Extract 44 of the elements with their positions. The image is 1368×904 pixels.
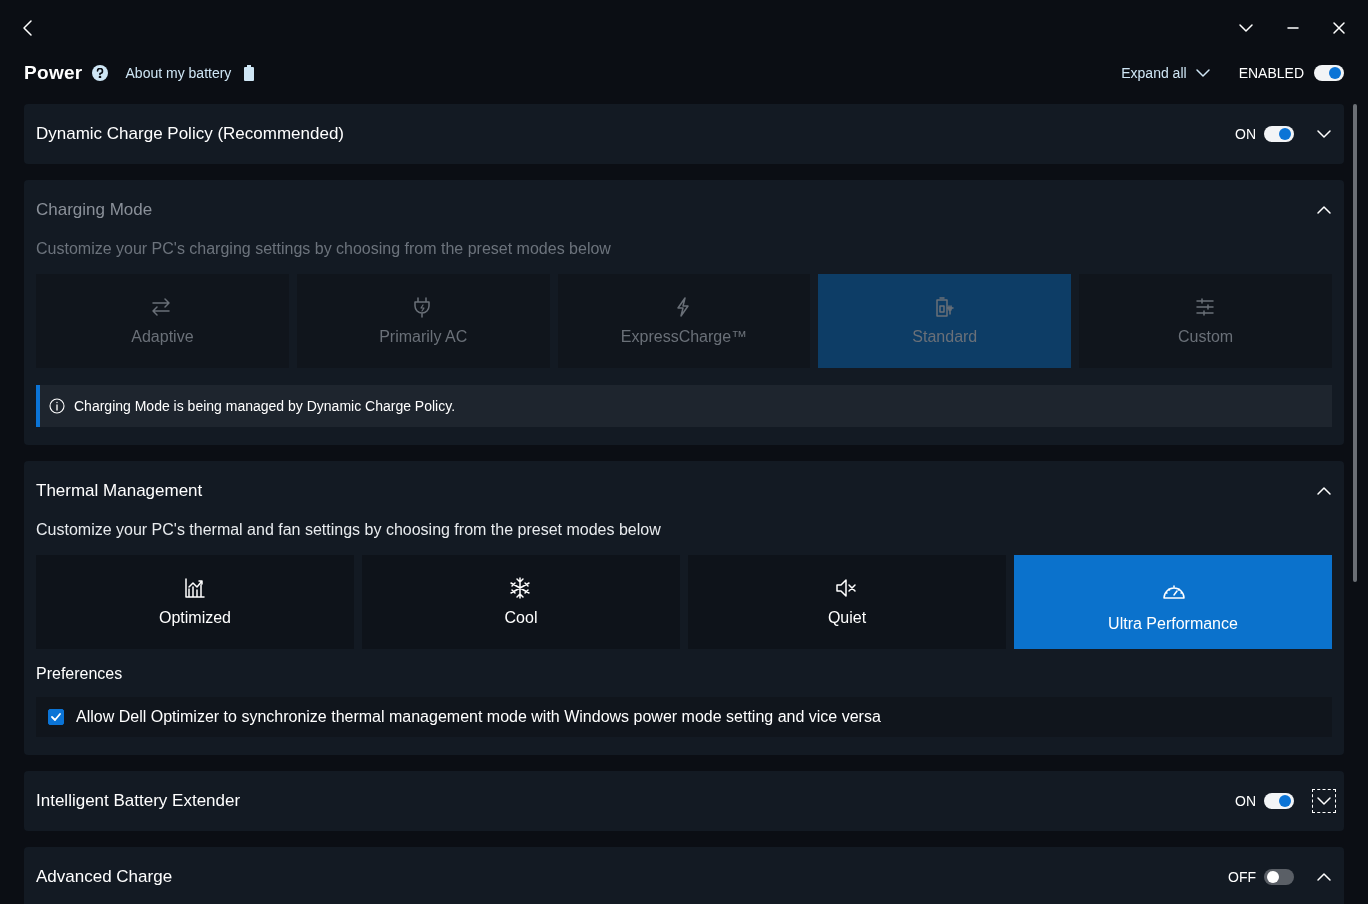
info-icon xyxy=(49,398,65,414)
toggle-label: ON xyxy=(1235,793,1256,809)
page-title: Power xyxy=(24,62,83,84)
chevron-up-icon xyxy=(1316,486,1332,496)
toggle-switch[interactable] xyxy=(1264,126,1294,142)
scrollbar-thumb[interactable] xyxy=(1353,104,1357,582)
section-title: Thermal Management xyxy=(36,481,203,501)
chart-icon xyxy=(183,577,207,599)
snowflake-icon xyxy=(509,577,533,599)
chevron-down-icon[interactable] xyxy=(1238,23,1254,33)
checkbox[interactable] xyxy=(48,709,64,725)
toggle-label: ON xyxy=(1235,126,1256,142)
info-text: Charging Mode is being managed by Dynamic Charge Policy. xyxy=(74,398,456,414)
expand-all-button[interactable]: Expand all xyxy=(1121,65,1211,81)
chevron-up-icon xyxy=(1316,872,1332,882)
enabled-label: ENABLED xyxy=(1238,65,1304,81)
section-title: Charging Mode xyxy=(36,200,153,220)
section-title: Intelligent Battery Extender xyxy=(36,791,241,811)
preferences-heading: Preferences xyxy=(36,665,124,683)
speaker-mute-icon xyxy=(835,577,859,599)
section-title: Dynamic Charge Policy (Recommended) xyxy=(36,124,344,144)
toggle-switch[interactable] xyxy=(1314,65,1344,81)
section-description: Customize your PC's charging settings by choosing from the preset modes below xyxy=(36,240,612,258)
chevron-down-icon xyxy=(1194,68,1211,78)
mode-tile[interactable]: Quiet xyxy=(688,555,1006,649)
toggle-label: OFF xyxy=(1228,869,1256,885)
mode-tile[interactable]: Optimized xyxy=(36,555,354,649)
mode-tile[interactable]: Ultra Performance xyxy=(1014,555,1332,649)
close-icon[interactable] xyxy=(1332,21,1346,35)
section-title: Advanced Charge xyxy=(36,867,173,887)
help-icon[interactable] xyxy=(91,65,108,81)
toggle-switch[interactable] xyxy=(1264,869,1294,885)
back-icon[interactable] xyxy=(22,19,34,37)
section-description: Customize your PC's thermal and fan settings by choosing from the preset modes below xyxy=(36,521,662,539)
mode-tile[interactable]: Cool xyxy=(362,555,680,649)
chevron-down-icon xyxy=(1316,796,1332,806)
preference-label: Allow Dell Optimizer to synchronize thermal management mode with Windows power mode setting and vice versa xyxy=(76,708,881,726)
expand-button[interactable] xyxy=(1312,789,1336,813)
chevron-up-icon xyxy=(1316,205,1332,215)
checkmark-icon xyxy=(51,713,61,721)
chevron-down-icon xyxy=(1316,129,1332,139)
toggle-switch[interactable] xyxy=(1264,793,1294,809)
about-battery-link[interactable]: About my battery xyxy=(125,65,232,81)
battery-icon xyxy=(244,65,255,81)
